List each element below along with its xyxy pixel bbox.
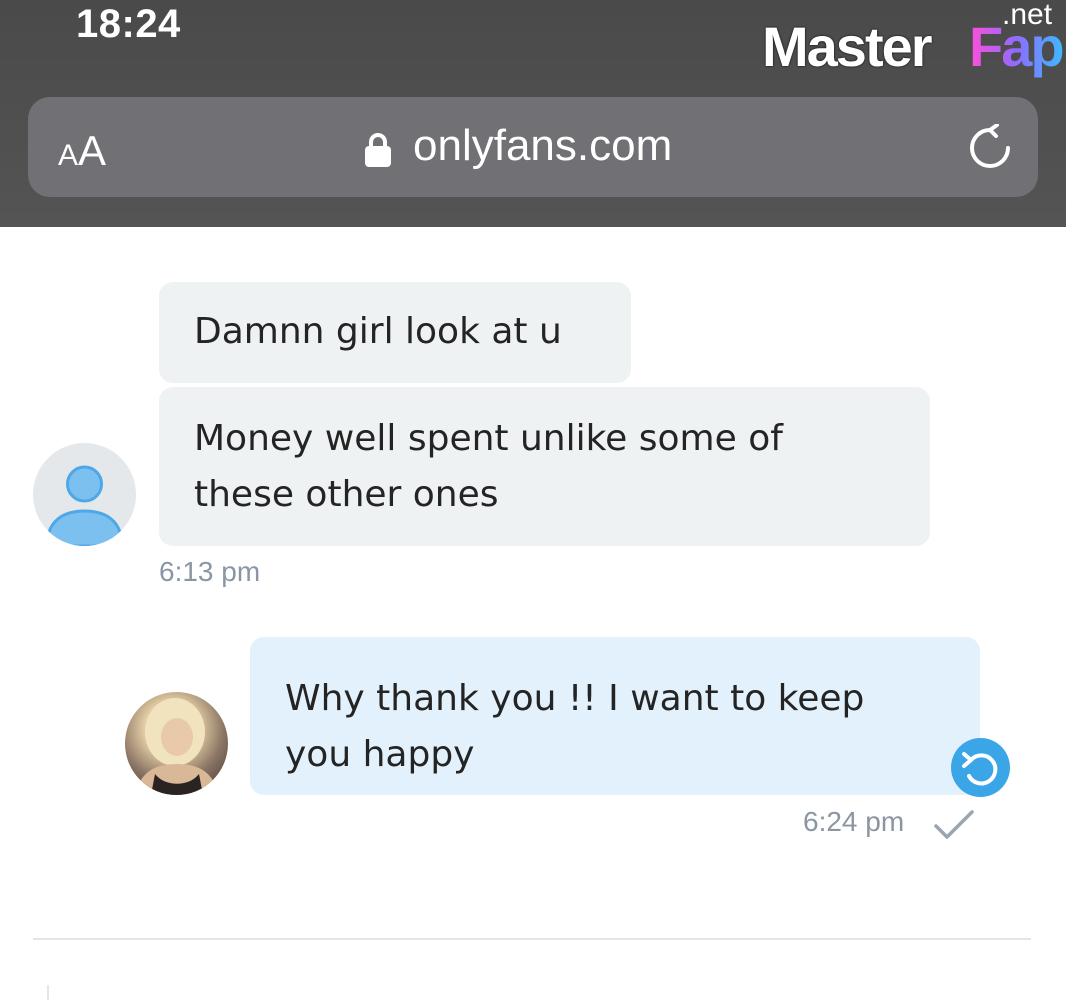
message-timestamp: 6:13 pm <box>159 556 261 587</box>
message-text-line: these other ones <box>194 474 499 515</box>
message-timestamp: 6:24 pm <box>803 806 905 837</box>
profile-photo <box>135 698 219 795</box>
lock-icon <box>365 133 391 167</box>
browser-top-bar: 18:24 Master Fap .net AA onlyfans.com <box>0 0 1066 227</box>
incoming-message-bubble[interactable]: Money well spent unlike some of these ot… <box>159 387 930 546</box>
sent-check-icon <box>934 810 974 839</box>
reload-icon[interactable] <box>966 124 1014 172</box>
message-text-line: Money well spent unlike some of <box>194 418 783 459</box>
composer-caret <box>47 985 49 1000</box>
incoming-message-bubble[interactable]: Damnn girl look at u <box>159 282 631 383</box>
url-text[interactable]: onlyfans.com <box>413 121 672 171</box>
sender-avatar[interactable] <box>33 443 136 546</box>
composer-divider <box>33 938 1031 940</box>
text-size-small-label: A <box>58 139 79 172</box>
user-icon <box>45 465 124 546</box>
address-bar[interactable]: AA onlyfans.com <box>28 97 1038 197</box>
outgoing-message-bubble[interactable]: Why thank you !! I want to keep you happ… <box>250 637 980 795</box>
text-size-big-label: A <box>78 127 107 174</box>
undo-icon[interactable] <box>951 738 1010 797</box>
status-time: 18:24 <box>76 2 181 46</box>
text-size-button[interactable]: AA <box>58 127 106 175</box>
creator-avatar[interactable] <box>125 692 228 795</box>
message-text-line: Why thank you !! I want to keep <box>285 678 865 719</box>
message-text: Damnn girl look at u <box>194 311 562 352</box>
watermark-master: Master <box>762 15 933 78</box>
watermark-net: .net <box>1002 0 1053 31</box>
message-text-line: you happy <box>285 734 475 775</box>
